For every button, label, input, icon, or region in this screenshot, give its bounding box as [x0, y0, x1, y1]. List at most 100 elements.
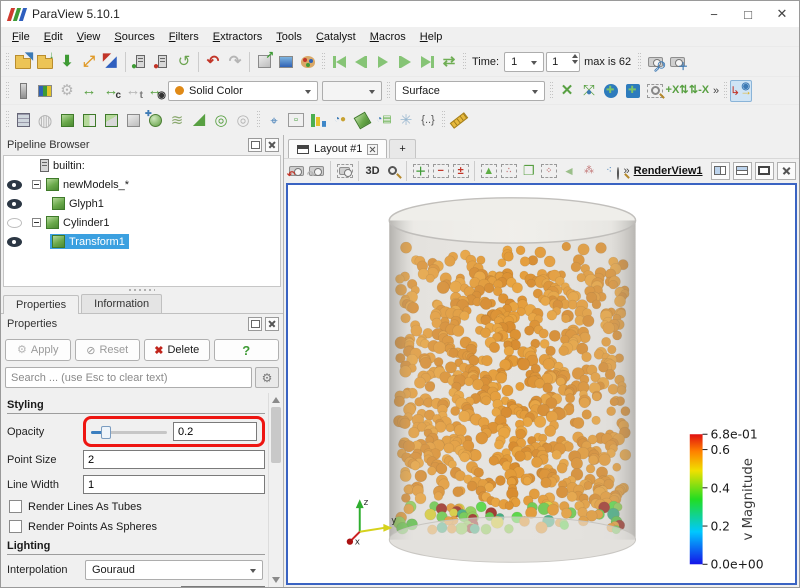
auto-apply-icon[interactable]: ⤢ — [78, 51, 100, 73]
new-layout-tab[interactable]: + — [389, 139, 415, 158]
save-data-icon[interactable]: ⬇ — [56, 51, 78, 73]
toolbar-grip[interactable] — [5, 111, 10, 129]
zoom-closest-icon[interactable] — [622, 80, 644, 102]
render-lines-checkbox[interactable] — [9, 500, 22, 513]
toolbar-grip[interactable] — [256, 111, 261, 129]
maximize-view-button[interactable] — [755, 162, 774, 180]
undo-icon[interactable]: ↶ — [202, 51, 224, 73]
contour-icon[interactable]: ◍ — [34, 109, 56, 131]
probe-location-icon[interactable]: ⌖ — [263, 109, 285, 131]
extract-selection-icon[interactable]: ▫ — [285, 109, 307, 131]
maximize-button[interactable]: □ — [731, 1, 765, 27]
search-input[interactable] — [5, 367, 252, 388]
render-points-checkbox[interactable] — [9, 520, 22, 533]
spin-down-icon[interactable] — [572, 60, 578, 64]
slice-icon[interactable] — [78, 109, 100, 131]
menu-file[interactable]: File — [5, 29, 37, 45]
toolbar-grip[interactable] — [637, 53, 642, 71]
close-panel-icon[interactable] — [265, 317, 279, 331]
camera-orientation-toggle-icon[interactable]: ↳→◉ — [730, 80, 752, 102]
zoom-box-icon[interactable] — [383, 161, 402, 181]
toolbar-grip[interactable] — [5, 53, 10, 71]
rescale-data-icon[interactable]: ↔ — [78, 80, 100, 102]
edit-colormap-icon[interactable] — [34, 80, 56, 102]
camera-zoom-icon[interactable]: 🔎︎ — [644, 51, 666, 73]
glyph-with-custom-source-icon[interactable]: ✳ — [395, 109, 417, 131]
select-points-on-icon[interactable]: ∴ — [499, 161, 518, 181]
tab-information[interactable]: Information — [81, 294, 162, 313]
reset-camera-icon[interactable]: ✕ — [556, 80, 578, 102]
calculator-icon[interactable] — [12, 109, 34, 131]
toolbar-grip[interactable] — [386, 82, 391, 100]
plot-over-line-icon[interactable] — [351, 109, 373, 131]
plot-over-time-icon[interactable]: ◔● — [329, 109, 351, 131]
toolbar-grip[interactable] — [549, 82, 554, 100]
hover-points-icon[interactable]: ⁖ — [599, 161, 618, 181]
pipeline-item-cylinder1[interactable]: Cylinder1 — [4, 213, 280, 232]
slider-handle[interactable] — [101, 426, 111, 439]
glyph-filter-icon[interactable]: ✚ — [144, 109, 166, 131]
capture-screenshot-icon[interactable] — [335, 161, 354, 181]
menu-macros[interactable]: Macros — [363, 29, 413, 45]
loop-button[interactable]: ⇄ — [438, 51, 460, 73]
menu-help[interactable]: Help — [413, 29, 450, 45]
visibility-eye-icon[interactable] — [7, 199, 22, 209]
select-cells-on-icon[interactable]: ▲ — [479, 161, 498, 181]
opacity-slider[interactable] — [91, 424, 167, 440]
scrollbar-thumb[interactable] — [271, 407, 281, 463]
next-frame-button[interactable] — [394, 51, 416, 73]
properties-scrollbar[interactable] — [268, 393, 282, 587]
adjust-background-icon[interactable] — [275, 51, 297, 73]
menu-filters[interactable]: Filters — [162, 29, 206, 45]
set-view-plus-x-icon[interactable]: +X⇅ — [666, 80, 688, 102]
layout-tab[interactable]: Layout #1 — [288, 139, 387, 158]
menu-view[interactable]: View — [70, 29, 108, 45]
camera-redo-icon[interactable]: ↷ — [307, 161, 326, 181]
spin-up-icon[interactable] — [572, 54, 578, 58]
warp-icon[interactable]: ◢ — [188, 109, 210, 131]
frame-spinbox[interactable]: 1 — [546, 52, 580, 72]
delete-button[interactable]: ✖Delete — [144, 339, 210, 361]
save-state-icon[interactable]: ↓ — [34, 51, 56, 73]
split-vertical-button[interactable] — [733, 162, 752, 180]
undock-icon[interactable] — [248, 138, 262, 152]
collapse-icon[interactable] — [32, 180, 41, 189]
visibility-eye-icon[interactable] — [7, 237, 22, 247]
threshold-icon[interactable] — [100, 109, 122, 131]
menu-catalyst[interactable]: Catalyst — [309, 29, 363, 45]
interactive-select-points-icon[interactable]: ⁂ — [579, 161, 598, 181]
split-horizontal-button[interactable] — [711, 162, 730, 180]
rescale-custom-icon[interactable]: ↔c — [100, 80, 122, 102]
server-connect-icon[interactable]: ● — [129, 51, 151, 73]
close-view-button[interactable] — [777, 162, 796, 180]
previous-frame-button[interactable] — [350, 51, 372, 73]
rescale-visible-icon[interactable]: ↔◉ — [144, 80, 166, 102]
ruler-icon[interactable] — [448, 109, 470, 131]
toolbar-grip[interactable] — [5, 82, 10, 100]
toggle-selection-icon[interactable]: ± — [451, 161, 470, 181]
menu-sources[interactable]: Sources — [107, 29, 161, 45]
color-by-dropdown[interactable]: Solid Color — [168, 81, 318, 101]
zoom-to-data-icon[interactable]: ⤧● — [578, 80, 600, 102]
representation-dropdown[interactable]: Surface — [395, 81, 545, 101]
toggle-color-legend-icon[interactable] — [12, 80, 34, 102]
render-view[interactable]: z y x 6.8e-010.60.40.20.0e+00 v Magnitud… — [286, 183, 797, 585]
scroll-up-icon[interactable] — [272, 397, 280, 403]
plot-data-over-time-icon[interactable]: ◔▤ — [373, 109, 395, 131]
apply-button[interactable]: ⚙Apply — [5, 339, 71, 361]
reset-button[interactable]: ⊘Reset — [75, 339, 141, 361]
stream-tracer-icon[interactable]: ≋ — [166, 109, 188, 131]
rescale-range-icon[interactable]: ⚙ — [56, 80, 78, 102]
pipeline-item-glyph1[interactable]: Glyph1 — [4, 194, 280, 213]
line-width-input[interactable] — [83, 475, 265, 494]
redo-icon[interactable]: ↷ — [224, 51, 246, 73]
rescale-temporal-icon[interactable]: ↔t — [122, 80, 144, 102]
pipeline-item-transform1[interactable]: Transform1 — [4, 232, 280, 251]
search-options-button[interactable]: ⚙ — [255, 367, 279, 388]
pipeline-item-builtin[interactable]: builtin: — [4, 156, 280, 175]
toolbar-grip[interactable] — [723, 82, 728, 100]
last-frame-button[interactable] — [416, 51, 438, 73]
reset-camera-closest-icon[interactable] — [600, 80, 622, 102]
render-view-title[interactable]: RenderView1 — [634, 165, 703, 177]
menu-tools[interactable]: Tools — [269, 29, 309, 45]
